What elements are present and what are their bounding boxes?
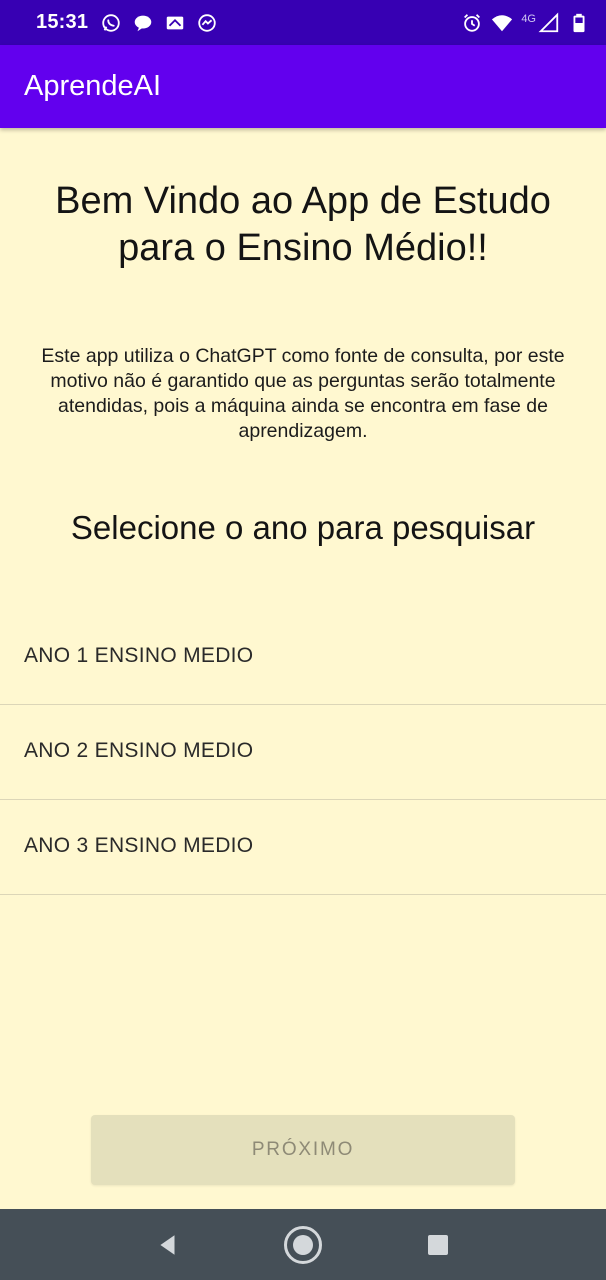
whatsapp-icon bbox=[100, 12, 122, 34]
disclaimer-text: Este app utiliza o ChatGPT como fonte de… bbox=[41, 345, 565, 442]
news-icon bbox=[164, 12, 186, 34]
year-option-2[interactable]: ANO 2 ENSINO MEDIO bbox=[0, 705, 606, 800]
year-list: ANO 1 ENSINO MEDIO ANO 2 ENSINO MEDIO AN… bbox=[0, 610, 606, 895]
wifi-icon bbox=[491, 12, 513, 34]
home-icon[interactable] bbox=[279, 1221, 327, 1269]
status-bar: 15:31 4G bbox=[0, 0, 606, 45]
navigation-bar bbox=[0, 1209, 606, 1280]
notification-icons bbox=[100, 12, 218, 34]
app-bar: AprendeAI bbox=[0, 45, 606, 128]
alarm-icon bbox=[461, 12, 483, 34]
signal-icon bbox=[538, 12, 560, 34]
year-option-1[interactable]: ANO 1 ENSINO MEDIO bbox=[0, 610, 606, 705]
system-icons: 4G bbox=[461, 12, 590, 34]
next-button[interactable]: PRÓXIMO bbox=[91, 1115, 515, 1185]
year-option-3[interactable]: ANO 3 ENSINO MEDIO bbox=[0, 800, 606, 895]
status-time: 15:31 bbox=[36, 11, 89, 33]
recents-icon[interactable] bbox=[414, 1221, 462, 1269]
messenger-icon bbox=[196, 12, 218, 34]
back-icon[interactable] bbox=[144, 1221, 192, 1269]
app-title: AprendeAI bbox=[24, 70, 162, 102]
welcome-title: Bem Vindo ao App de Estudo para o Ensino… bbox=[55, 180, 551, 269]
chat-bubble-icon bbox=[132, 12, 154, 34]
battery-icon bbox=[568, 12, 590, 34]
select-year-heading: Selecione o ano para pesquisar bbox=[70, 509, 536, 546]
network-type-label: 4G bbox=[521, 12, 536, 25]
